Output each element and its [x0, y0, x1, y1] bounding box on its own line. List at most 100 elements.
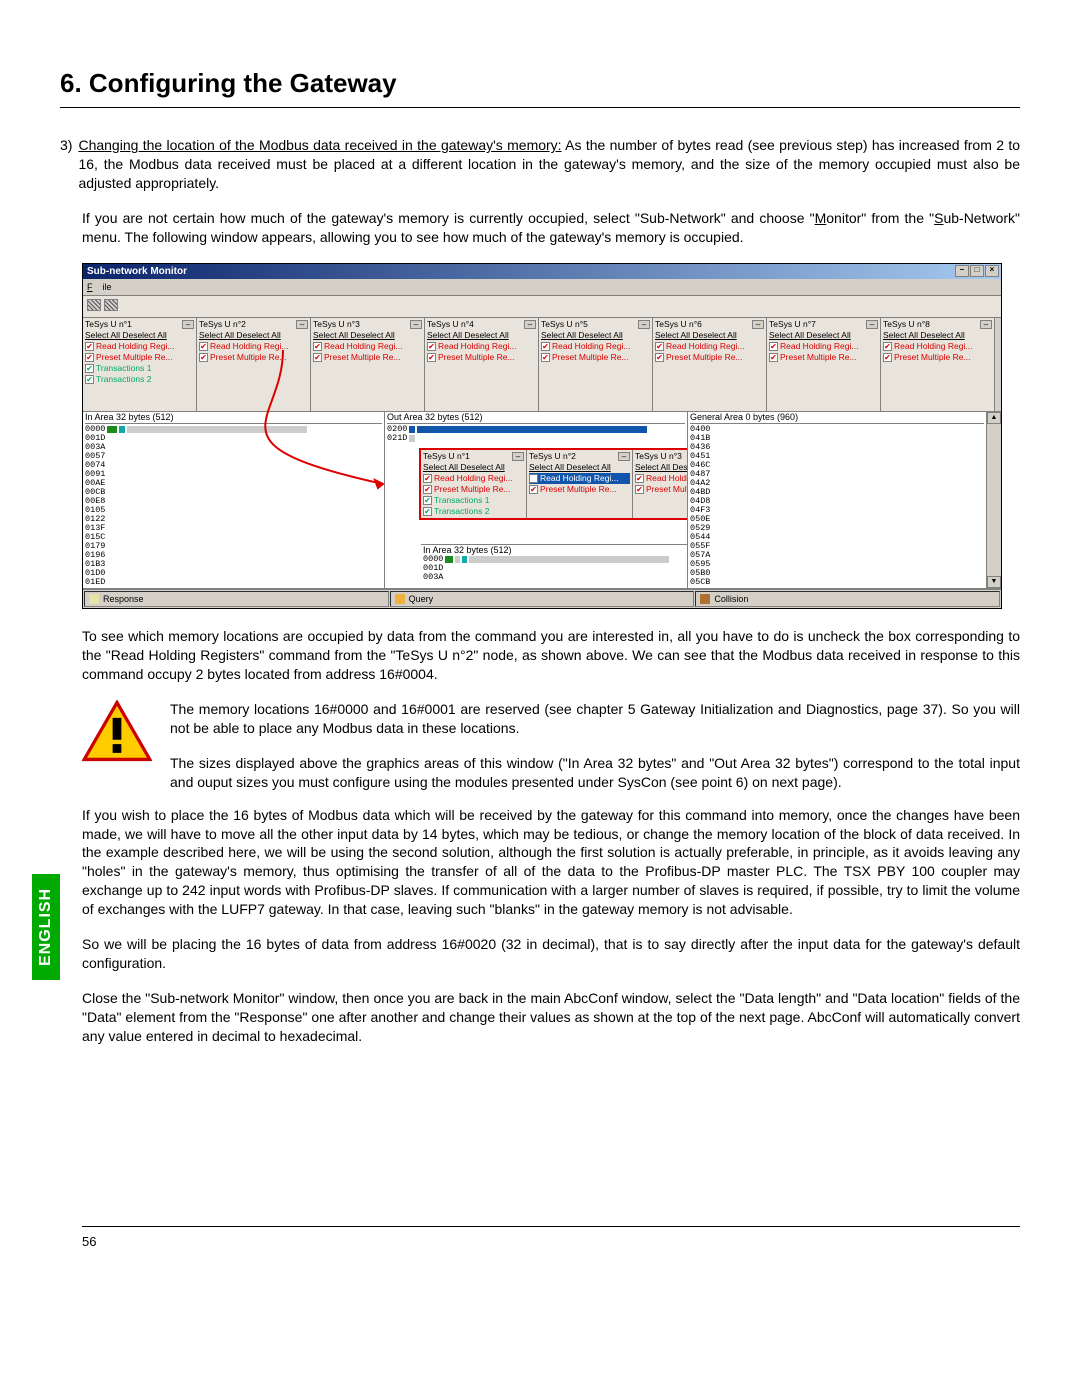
checkbox-rhr[interactable]: ✔: [199, 342, 208, 351]
checkbox-pmr[interactable]: ✔: [769, 353, 778, 362]
toolbar: [83, 296, 1001, 318]
node-4: TeSys U n°4–Select All Deselect All✔Read…: [425, 318, 539, 411]
collapse-icon[interactable]: –: [618, 452, 630, 461]
swatch-collision-icon: [700, 594, 710, 604]
swatch-query-icon: [395, 594, 405, 604]
toolbar-icon-1[interactable]: [87, 299, 101, 311]
warning-icon: [82, 700, 152, 767]
para-if-m: M: [815, 210, 827, 226]
status-response: Response: [84, 591, 389, 607]
out-area: Out Area 32 bytes (512) 0200021D TeSys U…: [385, 412, 688, 588]
node-5: TeSys U n°5–Select All Deselect All✔Read…: [539, 318, 653, 411]
checkbox-pmr[interactable]: ✔: [427, 353, 436, 362]
checkbox-pmr[interactable]: ✔: [85, 353, 94, 362]
checkbox-t2[interactable]: ✔: [85, 375, 94, 384]
warning-p1: The memory locations 16#0000 and 16#0001…: [170, 700, 1020, 738]
node-2: TeSys U n°2–Select All Deselect All✔Read…: [197, 318, 311, 411]
checkbox-rhr[interactable]: ✔: [769, 342, 778, 351]
nodes-row: TeSys U n°1–Select All Deselect All✔Read…: [83, 318, 1001, 412]
collapse-icon[interactable]: –: [296, 320, 308, 329]
in-area-header: In Area 32 bytes (512): [85, 413, 382, 424]
title-rule: [60, 107, 1020, 108]
collapse-icon[interactable]: –: [752, 320, 764, 329]
checkbox-pmr[interactable]: ✔: [635, 485, 644, 494]
para-after-window: To see which memory locations are occupi…: [82, 627, 1020, 684]
item-3-underline: Changing the location of the Modbus data…: [78, 137, 561, 153]
checkbox-rhr[interactable]: ✔: [655, 342, 664, 351]
checkbox-rhr[interactable]: ✔: [635, 474, 644, 483]
maximize-button[interactable]: □: [970, 265, 984, 277]
collapse-icon[interactable]: –: [866, 320, 878, 329]
status-collision-label: Collision: [714, 593, 748, 605]
item-3-text: Changing the location of the Modbus data…: [78, 136, 1020, 193]
checkbox-rhr[interactable]: ✔: [883, 342, 892, 351]
in-area-addrs: 0000001D003A00570074009100AE00CB00E80105…: [85, 425, 382, 587]
window-title: Sub-network Monitor: [87, 265, 187, 279]
collapse-icon[interactable]: –: [638, 320, 650, 329]
close-button[interactable]: ×: [985, 265, 999, 277]
general-area: General Area 0 bytes (960) 0400041B04360…: [688, 412, 987, 588]
checkbox-pmr[interactable]: ✔: [529, 485, 538, 494]
node-3: TeSys U n°3–Select All Deselect All✔Read…: [311, 318, 425, 411]
out-area-header: Out Area 32 bytes (512): [387, 413, 685, 424]
scroll-up-icon[interactable]: ▲: [987, 412, 1001, 424]
checkbox-pmr[interactable]: ✔: [883, 353, 892, 362]
scroll-down-icon[interactable]: ▼: [987, 576, 1001, 588]
checkbox-rhr[interactable]: ✔: [541, 342, 550, 351]
collapse-icon[interactable]: –: [524, 320, 536, 329]
scrollbar[interactable]: ▲ ▼: [987, 412, 1001, 588]
language-badge: ENGLISH: [32, 874, 60, 980]
status-response-label: Response: [103, 593, 144, 605]
page-number: 56: [82, 1226, 1020, 1251]
menu-file[interactable]: File: [87, 282, 112, 292]
node-1: TeSys U n°1–Select All Deselect All✔Read…: [83, 318, 197, 411]
checkbox-pmr[interactable]: ✔: [541, 353, 550, 362]
toolbar-icon-2[interactable]: [104, 299, 118, 311]
node-7: TeSys U n°7–Select All Deselect All✔Read…: [767, 318, 881, 411]
status-collision: Collision: [695, 591, 1000, 607]
para-so: So we will be placing the 16 bytes of da…: [82, 935, 1020, 973]
checkbox-t1[interactable]: ✔: [85, 364, 94, 373]
overlay-in-area: In Area 32 bytes (512)0000001D003A: [421, 544, 688, 583]
para-wish: If you wish to place the 16 bytes of Mod…: [82, 806, 1020, 919]
overlay-node-1: TeSys U n°1–Select All Deselect All✔Read…: [421, 450, 527, 518]
checkbox-rhr[interactable]: ✔: [85, 342, 94, 351]
checkbox-t1[interactable]: ✔: [423, 496, 432, 505]
checkbox-rhr-unchecked[interactable]: ✔: [529, 474, 538, 483]
section-title: 6. Configuring the Gateway: [60, 66, 1020, 101]
collapse-icon[interactable]: –: [512, 452, 524, 461]
para-if-not-certain: If you are not certain how much of the g…: [82, 209, 1020, 247]
overlay-node-2: TeSys U n°2–Select All Deselect All✔Read…: [527, 450, 633, 518]
swatch-response-icon: [89, 594, 99, 604]
in-area: In Area 32 bytes (512) 0000001D003A00570…: [83, 412, 385, 588]
para-if-p2: onitor" from the ": [826, 210, 934, 226]
warning-block: The memory locations 16#0000 and 16#0001…: [82, 700, 1020, 792]
screenshot-subnetwork-monitor: Sub-network Monitor – □ × File TeSys U n…: [82, 263, 1020, 610]
node-8: TeSys U n°8–Select All Deselect All✔Read…: [881, 318, 995, 411]
window-buttons: – □ ×: [955, 265, 999, 277]
collapse-icon[interactable]: –: [410, 320, 422, 329]
overlay-zoom: TeSys U n°1–Select All Deselect All✔Read…: [419, 448, 688, 520]
out-area-addrs: 0200021D: [387, 425, 685, 443]
statusbar: Response Query Collision: [83, 589, 1001, 608]
collapse-icon[interactable]: –: [182, 320, 194, 329]
checkbox-rhr[interactable]: ✔: [427, 342, 436, 351]
checkbox-pmr[interactable]: ✔: [199, 353, 208, 362]
checkbox-rhr[interactable]: ✔: [423, 474, 432, 483]
checkbox-pmr[interactable]: ✔: [655, 353, 664, 362]
para-if-p1: If you are not certain how much of the g…: [82, 210, 815, 226]
para-close: Close the "Sub-network Monitor" window, …: [82, 989, 1020, 1046]
titlebar: Sub-network Monitor – □ ×: [83, 264, 1001, 280]
item-3-number: 3): [60, 136, 72, 193]
minimize-button[interactable]: –: [955, 265, 969, 277]
areas-row: In Area 32 bytes (512) 0000001D003A00570…: [83, 412, 1001, 589]
status-query-label: Query: [409, 593, 434, 605]
menubar: File: [83, 279, 1001, 296]
window: Sub-network Monitor – □ × File TeSys U n…: [82, 263, 1002, 610]
collapse-icon[interactable]: –: [980, 320, 992, 329]
overlay-node-3: TeSys U n°3–Select All Des✔Read Holdin✔P…: [633, 450, 688, 518]
checkbox-pmr[interactable]: ✔: [423, 485, 432, 494]
checkbox-rhr[interactable]: ✔: [313, 342, 322, 351]
checkbox-pmr[interactable]: ✔: [313, 353, 322, 362]
checkbox-t2[interactable]: ✔: [423, 507, 432, 516]
